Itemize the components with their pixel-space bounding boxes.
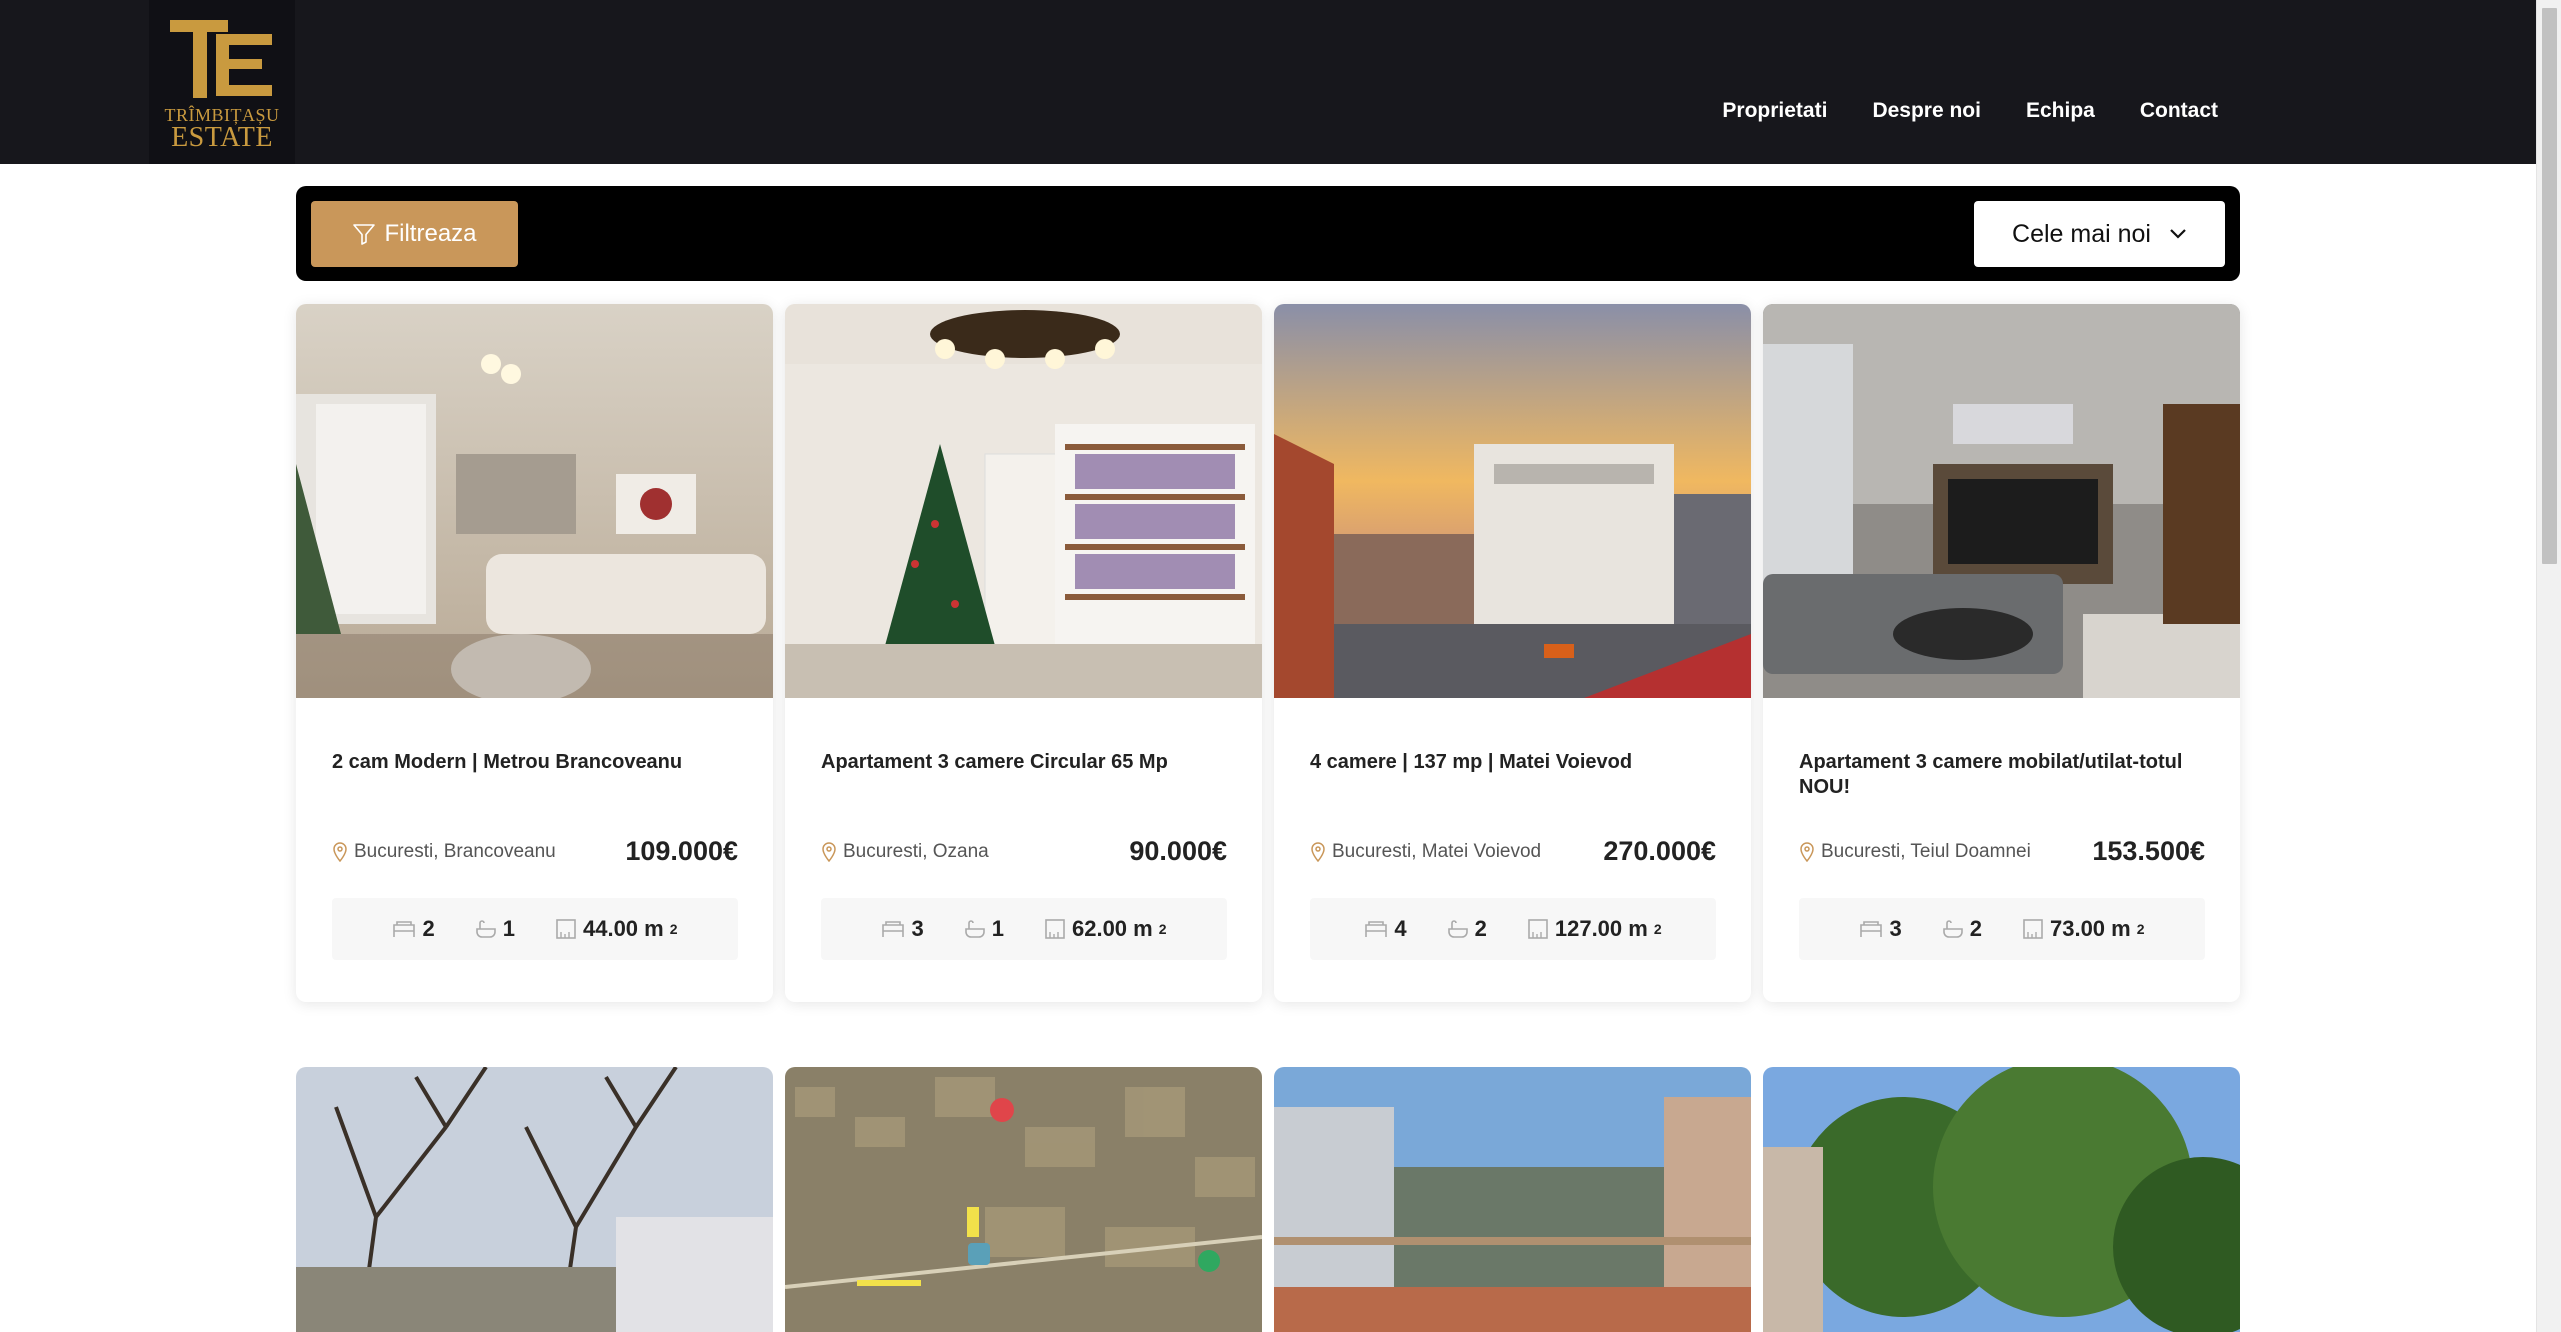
- rooms-count: 2: [422, 916, 435, 941]
- listing-location: Bucuresti, Teiul Doamnei: [1799, 841, 2031, 863]
- baths-count: 2: [1474, 916, 1487, 941]
- bath-icon: [964, 920, 985, 938]
- listing-body: Apartament 3 camere Circular 65 Mp Bucur…: [785, 698, 1262, 1002]
- listing-photo[interactable]: [1274, 304, 1751, 698]
- listing-card[interactable]: 2 cam Modern | Metrou Brancoveanu Bucure…: [296, 304, 773, 1002]
- filter-bar: Filtreaza Cele mai noi: [296, 186, 2240, 281]
- area-unit-exponent: 2: [1653, 921, 1662, 937]
- nav-contact[interactable]: Contact: [2140, 97, 2218, 125]
- listing-price: 90.000€: [1129, 836, 1227, 866]
- location-pin-icon: [1800, 841, 1814, 862]
- listing-features: 3 1 62.00 m 2: [821, 898, 1227, 960]
- area-feature: 127.00 m 2: [1527, 916, 1662, 942]
- listing-photo[interactable]: [1763, 1067, 2240, 1332]
- listing-location: Bucuresti, Brancoveanu: [332, 841, 556, 863]
- nav-proprietati[interactable]: Proprietati: [1722, 97, 1827, 125]
- listing-features: 3 2 73.00 m 2: [1799, 898, 2205, 960]
- sort-select[interactable]: Cele mai noi: [1974, 201, 2225, 267]
- area-value: 127.00 m: [1554, 916, 1648, 941]
- listing-title[interactable]: Apartament 3 camere mobilat/utilat-totul…: [1799, 750, 2205, 810]
- listing-title[interactable]: Apartament 3 camere Circular 65 Mp: [821, 750, 1227, 810]
- site-header: TRÎMBIȚAȘU ESTATE Proprietati Despre noi…: [0, 0, 2536, 164]
- nav-despre-noi[interactable]: Despre noi: [1872, 97, 1981, 125]
- logo-text-bottom: ESTATE: [171, 122, 273, 153]
- rooms-feature: 2: [392, 916, 435, 942]
- listing-card[interactable]: 4 camere | 137 mp | Matei Voievod Bucure…: [1274, 304, 1751, 1002]
- baths-feature: 1: [475, 916, 515, 942]
- filter-icon: [353, 224, 376, 245]
- chevron-down-icon: [2170, 229, 2186, 239]
- listing-features: 2 1 44.00 m 2: [332, 898, 738, 960]
- location-pin-icon: [822, 841, 836, 862]
- rooms-feature: 3: [1859, 916, 1902, 942]
- baths-count: 1: [502, 916, 515, 941]
- area-icon: [1045, 919, 1065, 939]
- listing-price: 109.000€: [625, 836, 738, 866]
- listing-location-text: Bucuresti, Brancoveanu: [354, 840, 556, 862]
- filter-button[interactable]: Filtreaza: [311, 201, 518, 267]
- rooms-count: 3: [1889, 916, 1902, 941]
- bed-icon: [882, 921, 905, 937]
- area-feature: 73.00 m 2: [2022, 916, 2145, 942]
- listing-location: Bucuresti, Ozana: [821, 841, 989, 863]
- listing-card[interactable]: Apartament 3 camere mobilat/utilat-totul…: [1763, 304, 2240, 1002]
- page-scrollbar[interactable]: [2536, 0, 2561, 1332]
- listing-location-text: Bucuresti, Ozana: [843, 840, 989, 862]
- bath-icon: [1447, 920, 1468, 938]
- baths-count: 1: [991, 916, 1004, 941]
- baths-feature: 2: [1942, 916, 1982, 942]
- listing-title[interactable]: 4 camere | 137 mp | Matei Voievod: [1310, 750, 1716, 810]
- area-unit-exponent: 2: [1158, 921, 1167, 937]
- sort-select-value: Cele mai noi: [2012, 219, 2151, 248]
- listing-title[interactable]: 2 cam Modern | Metrou Brancoveanu: [332, 750, 738, 810]
- rooms-count: 3: [911, 916, 924, 941]
- area-icon: [556, 919, 576, 939]
- logo[interactable]: TRÎMBIȚAȘU ESTATE: [149, 0, 295, 164]
- main-nav: Proprietati Despre noi Echipa Contact: [1722, 97, 2218, 125]
- listing-card[interactable]: Apartament 3 camere Circular 65 Mp Bucur…: [785, 304, 1262, 1002]
- baths-count: 2: [1969, 916, 1982, 941]
- rooms-count: 4: [1394, 916, 1407, 941]
- bed-icon: [1365, 921, 1388, 937]
- area-unit-exponent: 2: [2136, 921, 2145, 937]
- area-unit-exponent: 2: [669, 921, 678, 937]
- listing-photo[interactable]: [296, 304, 773, 698]
- page: TRÎMBIȚAȘU ESTATE Proprietati Despre noi…: [0, 0, 2561, 1332]
- listing-photo[interactable]: [296, 1067, 773, 1332]
- bath-icon: [1942, 920, 1963, 938]
- listing-body: 4 camere | 137 mp | Matei Voievod Bucure…: [1274, 698, 1751, 1002]
- baths-feature: 1: [964, 916, 1004, 942]
- area-value: 73.00 m: [2049, 916, 2131, 941]
- listing-price: 270.000€: [1603, 836, 1716, 866]
- listing-body: Apartament 3 camere mobilat/utilat-totul…: [1763, 698, 2240, 1002]
- scrollbar-thumb[interactable]: [2542, 8, 2557, 564]
- listing-features: 4 2 127.00 m 2: [1310, 898, 1716, 960]
- listing-photo[interactable]: [785, 304, 1262, 698]
- listing-location-text: Bucuresti, Matei Voievod: [1332, 840, 1542, 862]
- listing-photo[interactable]: [1274, 1067, 1751, 1332]
- bed-icon: [393, 921, 416, 937]
- filter-button-label: Filtreaza: [384, 220, 477, 247]
- rooms-feature: 4: [1364, 916, 1407, 942]
- baths-feature: 2: [1447, 916, 1487, 942]
- listing-photo[interactable]: [785, 1067, 1262, 1332]
- location-pin-icon: [1311, 841, 1325, 862]
- bath-icon: [475, 920, 496, 938]
- listing-price: 153.500€: [2092, 836, 2205, 866]
- nav-echipa[interactable]: Echipa: [2026, 97, 2095, 125]
- listing-location-text: Bucuresti, Teiul Doamnei: [1821, 840, 2031, 862]
- area-icon: [2023, 919, 2043, 939]
- listing-body: 2 cam Modern | Metrou Brancoveanu Bucure…: [296, 698, 773, 1002]
- listing-photo[interactable]: [1763, 304, 2240, 698]
- location-pin-icon: [333, 841, 347, 862]
- logo-mark-icon: [170, 20, 272, 98]
- rooms-feature: 3: [881, 916, 924, 942]
- area-feature: 44.00 m 2: [555, 916, 678, 942]
- area-feature: 62.00 m 2: [1044, 916, 1167, 942]
- area-value: 62.00 m: [1071, 916, 1153, 941]
- bed-icon: [1860, 921, 1883, 937]
- area-icon: [1528, 919, 1548, 939]
- area-value: 44.00 m: [582, 916, 664, 941]
- listing-location: Bucuresti, Matei Voievod: [1310, 841, 1541, 863]
